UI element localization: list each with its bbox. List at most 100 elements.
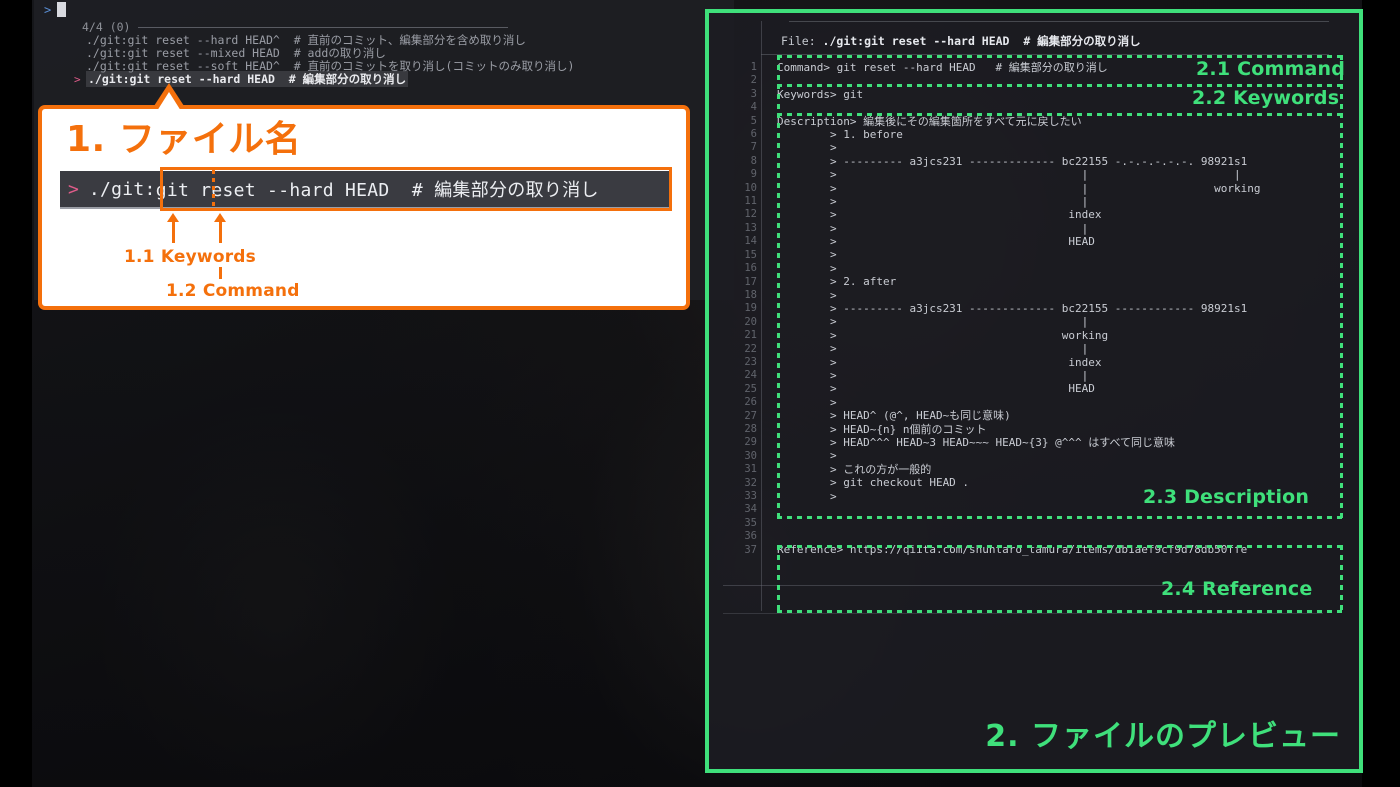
label-command: 1.2 Command	[166, 281, 300, 301]
preview-line: > index	[777, 355, 1102, 369]
file-preview-panel[interactable]: File: ./git:git reset --hard HEAD # 編集部分…	[705, 9, 1363, 773]
line-number: 5	[750, 114, 757, 127]
preview-line: > |	[777, 194, 1089, 208]
line-number: 16	[744, 262, 757, 275]
line-number: 14	[744, 235, 757, 248]
preview-line: > 2. after	[777, 275, 897, 289]
line-number: 15	[744, 248, 757, 261]
callout-prompt-icon: >	[68, 178, 79, 200]
line-number: 18	[744, 288, 757, 301]
callout-command-text: git reset --hard HEAD # 編集部分の取り消し	[155, 180, 599, 201]
callout-file-name: 1. ファイル名 > ./ git : git reset --hard HEA…	[38, 83, 690, 310]
preview-line: > HEAD	[777, 382, 1095, 396]
preview-line: > これの方が一般的	[777, 462, 932, 476]
line-number: 29	[744, 436, 757, 449]
preview-header-rule	[761, 54, 1329, 55]
terminal-result-list[interactable]: ./git:git reset --hard HEAD^ # 直前のコミット、編…	[74, 33, 574, 87]
preview-bottom-rule	[723, 613, 1323, 614]
counter-rule	[138, 26, 509, 28]
section-label-keywords: 2.2 Keywords	[1192, 87, 1340, 109]
line-number: 11	[744, 195, 757, 208]
preview-line: >	[777, 248, 837, 262]
line-number: 19	[744, 302, 757, 315]
callout-title: 1. ファイル名	[66, 119, 302, 160]
callout-keywords-text: git	[111, 178, 145, 200]
preview-top-rule	[789, 21, 1329, 22]
line-number: 12	[744, 208, 757, 221]
line-number: 10	[744, 181, 757, 194]
preview-line: > | working	[777, 181, 1261, 195]
preview-line: > index	[777, 208, 1102, 222]
tick-command	[219, 267, 222, 279]
preview-line: > working	[777, 328, 1109, 342]
callout-path-prefix: ./	[88, 178, 112, 200]
line-number: 33	[744, 490, 757, 502]
line-number: 7	[750, 141, 757, 154]
right-black-edge	[1362, 0, 1400, 787]
preview-line: > 1. before	[777, 127, 903, 141]
preview-panel-title: 2. ファイルのプレビュー	[985, 719, 1341, 754]
line-number: 1	[750, 61, 757, 73]
preview-line: Description> 編集後にその編集箇所をすべて元に戻したい	[777, 114, 1082, 128]
line-number: 22	[744, 342, 757, 355]
preview-file-label: File:	[781, 34, 823, 48]
callout-command-bar: > ./ git : git reset --hard HEAD # 編集部分の…	[60, 171, 672, 207]
preview-line: > HEAD^ (@^, HEAD~も同じ意味)	[777, 409, 1011, 423]
label-keywords: 1.1 Keywords	[124, 247, 256, 267]
line-number: 31	[744, 463, 757, 476]
line-number: 27	[744, 409, 757, 422]
line-number: 28	[744, 422, 757, 435]
line-number: 23	[744, 355, 757, 368]
line-number: 35	[744, 516, 757, 529]
preview-line: > |	[777, 221, 1089, 235]
preview-line: > |	[777, 368, 1089, 382]
prompt-caret-icon: >	[44, 2, 52, 17]
screen-root: > 4/4 (0) ./git:git reset --hard HEAD^ #…	[0, 0, 1400, 787]
preview-line: > |	[777, 315, 1089, 329]
terminal-list-item[interactable]: > ./git:git reset --hard HEAD # 編集部分の取り消し	[74, 71, 574, 87]
line-number: 32	[744, 476, 757, 489]
callout-separator: :	[144, 178, 156, 200]
callout-dotted-divider	[212, 170, 215, 208]
preview-line: > --------- a3jcs231 ------------- bc221…	[777, 154, 1248, 168]
line-number: 8	[750, 154, 757, 167]
preview-gutter-rule	[761, 21, 762, 611]
line-number: 25	[744, 382, 757, 395]
line-number: 37	[744, 543, 757, 556]
preview-line	[777, 530, 1347, 543]
preview-line: > | |	[777, 168, 1241, 182]
preview-line: >	[777, 395, 837, 409]
preview-line: Reference> https://qiita.com/shuntaro_ta…	[777, 543, 1248, 557]
preview-line: >	[777, 141, 837, 155]
line-number: 20	[744, 315, 757, 328]
section-label-command: 2.1 Command	[1196, 58, 1346, 80]
line-number: 6	[750, 128, 757, 141]
line-number: 9	[750, 168, 757, 181]
preview-line: > --------- a3jcs231 ------------- bc221…	[777, 302, 1248, 316]
selection-marker-icon: >	[74, 72, 81, 86]
left-black-edge	[0, 0, 32, 787]
preview-line: > HEAD^^^ HEAD~3 HEAD~~~ HEAD~{3} @^^^ は…	[777, 435, 1176, 449]
text-cursor	[57, 2, 67, 17]
terminal-list-item-text: ./git:git reset --hard HEAD # 編集部分の取り消し	[86, 71, 409, 87]
section-label-description: 2.3 Description	[1143, 486, 1310, 508]
preview-line-numbers: 1 2 3 4 5 6 7 8 9 10 11 12 13 14 15 16 17 18 19 20 21 22 23 24 2…	[727, 61, 757, 557]
preview-line: > HEAD	[777, 235, 1095, 249]
callout-tail-inner	[157, 92, 181, 111]
line-number: 3	[750, 87, 757, 100]
preview-content: Command> git reset --hard HEAD # 編集部分の取り…	[777, 61, 1347, 556]
line-number: 17	[744, 275, 757, 288]
line-number: 13	[744, 221, 757, 234]
preview-file-name: ./git:git reset --hard HEAD # 編集部分の取り消し	[822, 34, 1141, 48]
section-label-reference: 2.4 Reference	[1161, 578, 1313, 600]
line-number: 24	[744, 369, 757, 382]
line-number: 36	[744, 530, 757, 543]
line-number: 2	[750, 74, 757, 87]
preview-line: >	[777, 449, 837, 463]
line-number: 4	[750, 101, 757, 114]
terminal-prompt-row: >	[44, 2, 67, 17]
preview-line	[777, 516, 1347, 529]
preview-file-header: File: ./git:git reset --hard HEAD # 編集部分…	[781, 33, 1141, 49]
preview-line: > |	[777, 342, 1089, 356]
line-number: 34	[744, 503, 757, 516]
